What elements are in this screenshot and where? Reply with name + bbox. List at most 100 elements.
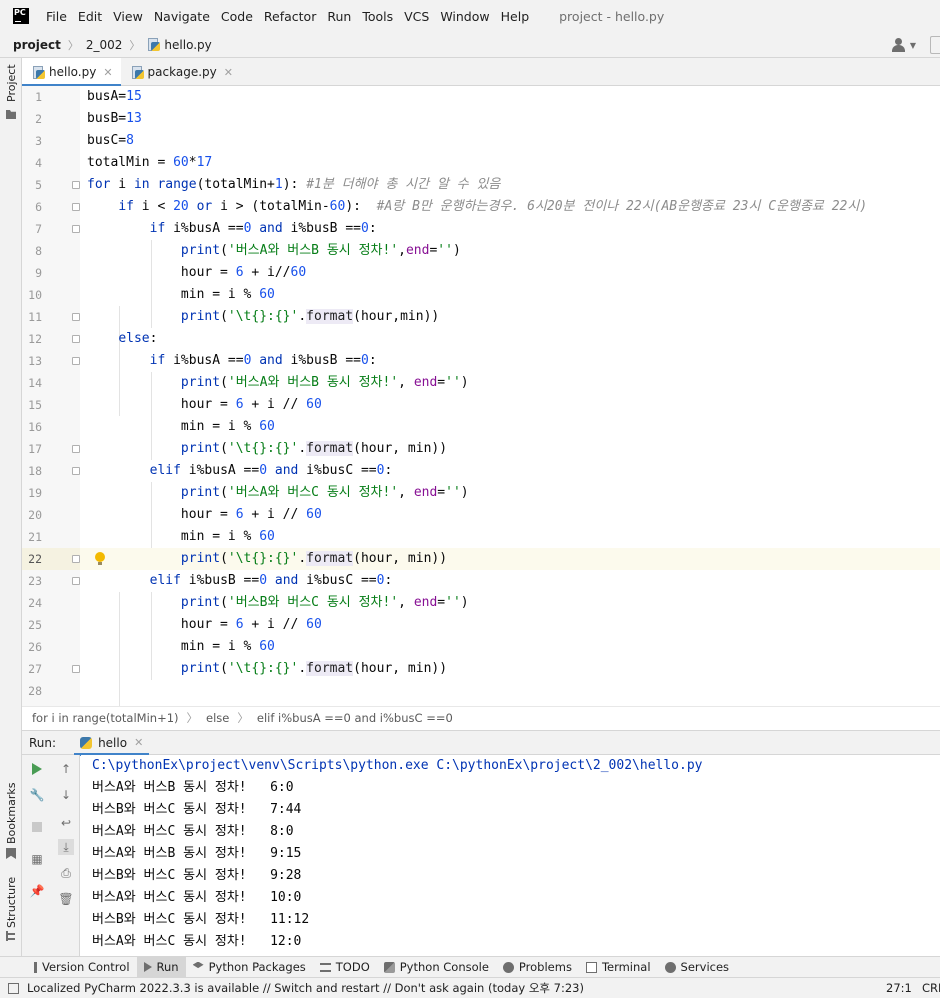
scroll-to-end-button[interactable]: ⤓ [58, 839, 74, 855]
breadcrumb-item[interactable]: else [206, 711, 229, 725]
run-console[interactable]: C:\pythonEx\project\venv\Scripts\python.… [81, 755, 940, 956]
fold-marker-icon[interactable] [72, 225, 80, 233]
python-console-icon [383, 961, 395, 973]
print-button[interactable]: ⎙ [58, 865, 74, 881]
trash-icon: 🗑 [58, 892, 74, 906]
menu-navigate[interactable]: Navigate [154, 9, 210, 24]
caret-position[interactable]: 27:1 [886, 981, 912, 995]
run-label: Run: [29, 735, 57, 750]
run-config-selector[interactable] [930, 36, 940, 54]
menu-file[interactable]: File [46, 9, 67, 24]
menu-run[interactable]: Run [327, 9, 351, 24]
fold-marker-icon[interactable] [72, 577, 80, 585]
caret-down-icon[interactable]: ▼ [910, 41, 916, 50]
tool-run[interactable]: Run [136, 956, 186, 978]
tool-version-control[interactable]: Version Control [27, 957, 137, 978]
tool-label: Problems [518, 960, 572, 974]
tool-services[interactable]: Services [658, 957, 737, 978]
structure-tool-button[interactable]: Structure [5, 877, 18, 928]
tool-terminal[interactable]: Terminal [579, 957, 658, 978]
code-line: 4 totalMin = 60*17 [35, 155, 213, 170]
fold-marker-icon[interactable] [72, 445, 80, 453]
tool-python-console[interactable]: Python Console [377, 957, 496, 978]
chevron-right-icon: 〉 [237, 710, 249, 725]
close-icon[interactable]: ✕ [224, 66, 233, 79]
menu-tools[interactable]: Tools [362, 9, 393, 24]
up-button[interactable]: ↑ [58, 761, 74, 777]
code-line: 23 elif i%busB ==0 and i%busC ==0: [28, 573, 393, 588]
services-icon [664, 961, 676, 973]
python-file-icon [131, 65, 144, 79]
close-icon[interactable]: ✕ [103, 66, 112, 79]
warning-circle-icon [502, 961, 514, 973]
current-code-line: 22 print('\t{}:{}'.format(hour, min)) [22, 548, 940, 570]
soft-wrap-button[interactable]: ↩ [58, 815, 74, 831]
nav-file[interactable]: hello.py [164, 38, 211, 52]
user-icon[interactable] [891, 38, 906, 52]
code-editor[interactable]: 1 busA=15 2 busB=13 3 busC=8 4 totalMin = 60… [22, 86, 940, 706]
fold-marker-icon[interactable] [72, 181, 80, 189]
tool-label: TODO [335, 960, 370, 974]
status-message[interactable]: Localized PyCharm 2022.3.3 is available … [27, 980, 584, 996]
arrow-up-icon: ↑ [60, 762, 72, 776]
menu-refactor[interactable]: Refactor [264, 9, 316, 24]
console-output-line: 버스A와 버스B 동시 정차! 6:0 [92, 780, 294, 795]
console-command: C:\pythonEx\project\venv\Scripts\python.… [92, 758, 703, 773]
folder-icon [6, 110, 16, 119]
bookmarks-tool-button[interactable]: Bookmarks [5, 783, 18, 844]
menu-code[interactable]: Code [221, 9, 253, 24]
code-line: 27 print('\t{}:{}'.format(hour, min)) [28, 661, 448, 676]
menu-edit[interactable]: Edit [78, 9, 102, 24]
breadcrumb-item[interactable]: for i in range(totalMin+1) [32, 711, 179, 725]
code-line: 13 if i%busA ==0 and i%busB ==0: [28, 353, 377, 368]
run-tab-hello[interactable]: hello ✕ [74, 731, 150, 756]
project-tool-button[interactable]: Project [5, 64, 18, 102]
tool-todo[interactable]: TODO [313, 957, 377, 978]
stop-button[interactable] [29, 819, 45, 835]
tool-problems[interactable]: Problems [496, 957, 579, 978]
code-line: 6 if i < 20 or i > (totalMin-60): #A랑 B만… [35, 199, 868, 214]
fold-marker-icon[interactable] [72, 467, 80, 475]
fold-marker-icon[interactable] [72, 665, 80, 673]
nav-project[interactable]: project [13, 38, 61, 52]
rerun-button[interactable] [29, 761, 45, 777]
bookmark-icon [6, 848, 16, 859]
nav-folder[interactable]: 2_002 [86, 38, 123, 52]
run-tool-window-header: Run: hello ✕ [22, 730, 940, 756]
code-line: 14 print('버스A와 버스B 동시 정차!', end='') [28, 375, 469, 390]
breadcrumb-item[interactable]: elif i%busA ==0 and i%busC ==0 [257, 711, 453, 725]
close-icon[interactable]: ✕ [134, 736, 143, 749]
fold-marker-icon[interactable] [72, 313, 80, 321]
tool-label: Python Packages [208, 960, 306, 974]
branch-icon [34, 961, 37, 973]
editor-tab-bar: hello.py ✕ package.py ✕ [22, 58, 940, 87]
code-line: 26 min = i % 60 [28, 639, 275, 654]
python-file-icon [32, 65, 45, 79]
down-button[interactable]: ↓ [58, 787, 74, 803]
line-separator[interactable]: CRLF [922, 981, 940, 995]
layout-icon: ▦ [31, 852, 43, 866]
tool-windows-toggle-icon[interactable] [8, 982, 19, 994]
pin-button[interactable]: 📌 [29, 883, 45, 899]
tool-python-packages[interactable]: Python Packages [186, 957, 313, 978]
chevron-right-icon: 〉 [186, 710, 199, 725]
python-icon [80, 736, 93, 749]
tab-hello-py[interactable]: hello.py ✕ [22, 58, 121, 87]
fold-marker-icon[interactable] [72, 357, 80, 365]
clear-button[interactable]: 🗑 [58, 891, 74, 907]
console-output-line: 버스A와 버스C 동시 정차! 10:0 [92, 890, 302, 905]
menu-bar: PC File Edit View Navigate Code Refactor… [0, 0, 940, 32]
layout-button[interactable]: ▦ [29, 851, 45, 867]
settings-button[interactable]: 🔧 [29, 787, 45, 803]
fold-marker-icon[interactable] [72, 335, 80, 343]
fold-marker-icon[interactable] [72, 555, 80, 563]
tab-package-py[interactable]: package.py ✕ [121, 58, 241, 86]
tool-label: Services [680, 960, 730, 974]
code-line: 12 else: [28, 331, 158, 346]
menu-vcs[interactable]: VCS [404, 9, 429, 24]
menu-help[interactable]: Help [501, 9, 530, 24]
menu-view[interactable]: View [113, 9, 143, 24]
fold-marker-icon[interactable] [72, 203, 80, 211]
run-tab-label: hello [98, 735, 128, 750]
menu-window[interactable]: Window [440, 9, 489, 24]
